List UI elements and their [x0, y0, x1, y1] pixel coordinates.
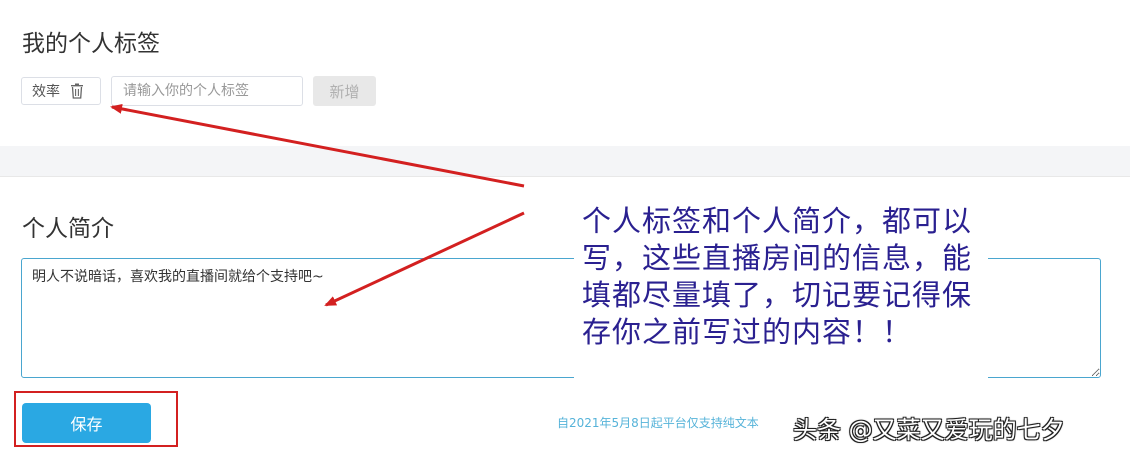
arrow-to-tags	[110, 103, 525, 188]
arrow-to-bio	[324, 211, 525, 307]
watermark: 头条 @又菜又爱玩的七夕	[793, 416, 1065, 444]
annotation-text: 个人标签和个人简介，都可以写，这些直播房间的信息，能填都尽量填了，切记要记得保存…	[582, 204, 973, 349]
